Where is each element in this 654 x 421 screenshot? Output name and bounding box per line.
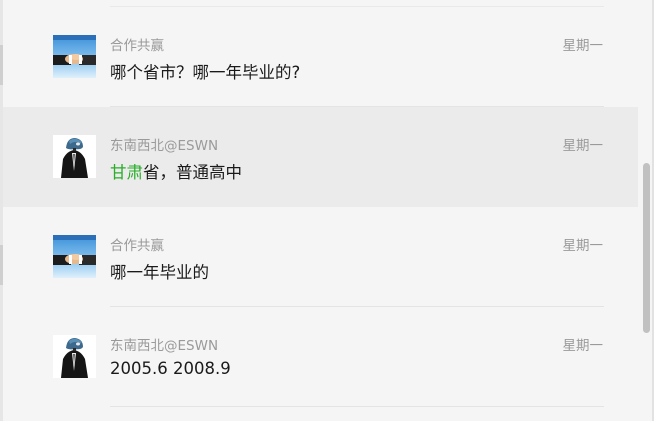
sender-name: 合作共赢 <box>110 38 164 54</box>
chat-window: 合作共赢 星期一 哪个省市？哪一年毕业的? 东南西北@ESWN 星期一 甘肃省，… <box>0 0 654 421</box>
suit-person-avatar[interactable] <box>53 135 96 178</box>
message-preview: 哪一年毕业的 <box>110 263 209 282</box>
sender-name: 合作共赢 <box>110 238 164 254</box>
message-preview: 甘肃省，普通高中 <box>110 159 242 183</box>
message-preview: 哪个省市？哪一年毕业的? <box>110 63 301 82</box>
message-time: 星期一 <box>562 138 604 154</box>
divider <box>110 406 604 407</box>
scrollbar-thumb[interactable] <box>643 163 650 333</box>
message-preview: 2005.6 2008.9 <box>110 359 231 378</box>
handshake-avatar[interactable] <box>53 235 96 278</box>
message-time: 星期一 <box>562 238 604 254</box>
suit-person-avatar[interactable] <box>53 335 96 378</box>
sender-name: 东南西北@ESWN <box>110 138 219 154</box>
highlighted-keyword: 甘肃 <box>110 163 143 182</box>
message-item[interactable]: 东南西北@ESWN 星期一 2005.6 2008.9 <box>3 307 638 407</box>
message-item[interactable]: 合作共赢 星期一 哪个省市？哪一年毕业的? <box>3 7 638 107</box>
message-time: 星期一 <box>562 38 604 54</box>
message-list: 合作共赢 星期一 哪个省市？哪一年毕业的? 东南西北@ESWN 星期一 甘肃省，… <box>3 0 638 421</box>
message-preview-rest: 省，普通高中 <box>143 163 242 182</box>
message-item-active[interactable]: 东南西北@ESWN 星期一 甘肃省，普通高中 <box>3 107 638 207</box>
sender-name: 东南西北@ESWN <box>110 338 219 354</box>
message-item[interactable]: 合作共赢 星期一 哪一年毕业的 <box>3 207 638 307</box>
handshake-avatar[interactable] <box>53 35 96 78</box>
message-time: 星期一 <box>562 338 604 354</box>
